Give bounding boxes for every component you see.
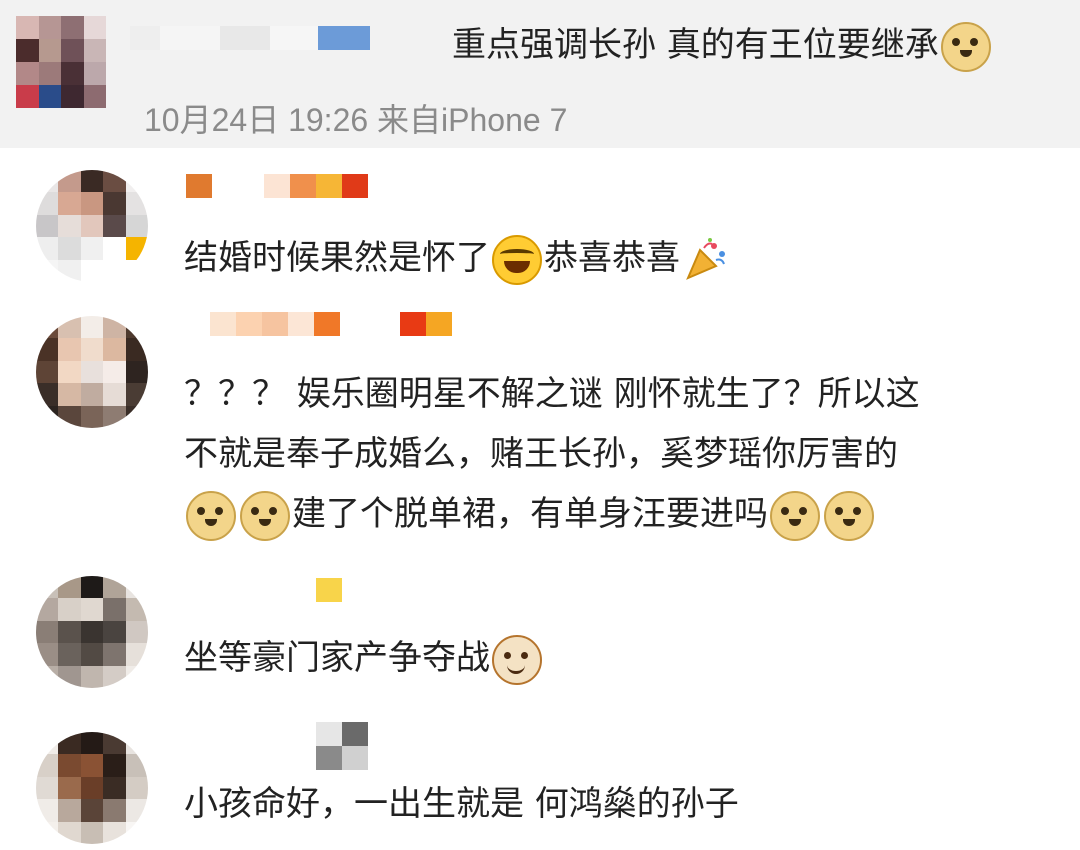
doge-icon (824, 490, 874, 541)
avatar[interactable] (36, 576, 148, 688)
laugh-cry-icon (492, 234, 542, 285)
username-blurred[interactable] (316, 746, 368, 770)
username-blurred[interactable] (130, 26, 370, 50)
username-blurred[interactable] (210, 312, 452, 336)
avatar[interactable] (36, 316, 148, 428)
username-blurred[interactable] (186, 174, 368, 198)
doge-icon (770, 490, 820, 541)
top-post-text: 重点强调长孙 真的有王位要继承 (452, 20, 993, 72)
top-post: 重点强调长孙 真的有王位要继承 10月24日 19:26 来自iPhone 7 (0, 0, 1080, 148)
avatar[interactable] (36, 732, 148, 844)
username-blurred[interactable] (316, 722, 368, 746)
avatar[interactable] (36, 170, 148, 282)
comment-text: 小孩命好，一出生就是 何鸿燊的孙子 (184, 784, 739, 824)
doge-icon (186, 490, 236, 541)
party-popper-icon (682, 236, 730, 284)
comment-text: ？？？ 娱乐圈明星不解之谜 刚怀就生了？所以这 不就是奉子成婚么，赌王长孙，奚梦… (184, 364, 1064, 544)
post-meta: 10月24日 19:26 来自iPhone 7 (144, 102, 568, 138)
username-blurred[interactable] (316, 578, 342, 602)
doge-icon (240, 490, 290, 541)
cat-icon (492, 634, 542, 685)
comment-text: 坐等豪门家产争夺战 (184, 628, 1064, 688)
comment-text: 结婚时候果然是怀了 恭喜恭喜 (184, 228, 1064, 288)
doge-icon (940, 21, 991, 72)
avatar[interactable] (16, 16, 106, 108)
